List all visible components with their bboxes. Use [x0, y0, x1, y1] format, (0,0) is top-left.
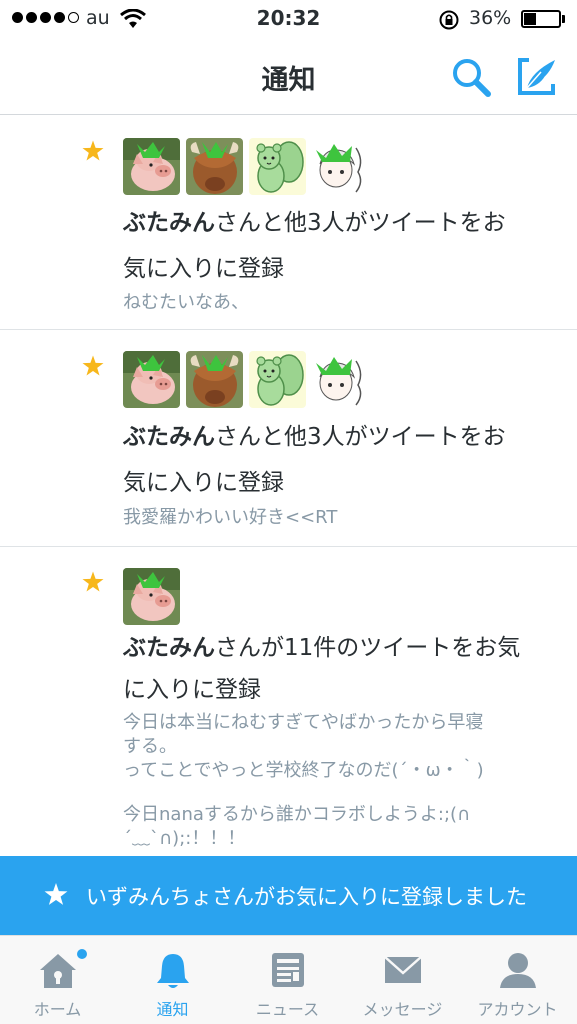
tab-bar: ホーム 通知 ニュース メッセージ アカウント [0, 935, 577, 1024]
news-icon [271, 953, 304, 987]
tab-news[interactable]: ニュース [230, 936, 345, 1024]
notification-item[interactable]: ぶたみんさんが11件のツイートをお気 に入りに登録 今日は本当にねむすぎてやばか… [0, 547, 577, 856]
tab-home[interactable]: ホーム [0, 936, 115, 1024]
avatar-group [123, 351, 369, 408]
home-icon [39, 954, 76, 988]
avatar-group [123, 568, 180, 625]
notification-text: ぶたみんさんと他3人がツイートをお 気に入りに登録 [123, 210, 506, 282]
avatar-group [123, 138, 369, 195]
highland-cow-avatar[interactable] [186, 138, 243, 195]
piggy-avatar[interactable] [123, 568, 180, 625]
squirrel-avatar[interactable] [249, 351, 306, 408]
battery-percent: 36% [469, 7, 512, 29]
notification-item[interactable]: ぶたみんさんと他3人がツイートをお 気に入りに登録 我愛羅かわいい好き<<RT [0, 330, 577, 547]
tab-messages[interactable]: メッセージ [345, 936, 460, 1024]
user-name[interactable]: ぶたみん [123, 424, 215, 450]
rotation-lock-icon [439, 10, 459, 30]
notification-text: ぶたみんさんと他3人がツイートをお 気に入りに登録 [123, 424, 506, 496]
notification-toast[interactable]: いずみんちょさんがお気に入りに登録しました [0, 856, 577, 935]
anime-girl-avatar[interactable] [312, 138, 369, 195]
navigation-bar: 通知 [0, 40, 577, 115]
tweet-preview: 今日は本当にねむすぎてやばかったから早寝 する。 ってことでやっと学校終了なのだ… [123, 712, 484, 849]
search-icon[interactable] [450, 56, 492, 98]
tab-account[interactable]: アカウント [460, 936, 575, 1024]
piggy-avatar[interactable] [123, 138, 180, 195]
notification-item[interactable]: ぶたみんさんと他3人がツイートをお 気に入りに登録 ねむたいなあ、 [0, 116, 577, 330]
tweet-preview: 我愛羅かわいい好き<<RT [123, 507, 338, 528]
status-bar: au 20:32 36% [0, 0, 577, 40]
compose-icon[interactable] [515, 56, 559, 98]
tab-notifications[interactable]: 通知 [115, 936, 230, 1024]
favorite-star-icon [82, 355, 104, 376]
unread-dot [77, 949, 87, 959]
tweet-preview: ねむたいなあ、 [123, 292, 249, 313]
piggy-avatar[interactable] [123, 351, 180, 408]
envelope-icon [383, 956, 422, 983]
bell-icon [156, 954, 189, 988]
favorite-star-icon [82, 571, 104, 592]
battery-cap [562, 15, 565, 23]
favorite-star-icon [82, 140, 104, 161]
squirrel-avatar[interactable] [249, 138, 306, 195]
toast-message: いずみんちょさんがお気に入りに登録しました [86, 885, 527, 909]
notification-text: ぶたみんさんが11件のツイートをお気 に入りに登録 [123, 635, 521, 703]
highland-cow-avatar[interactable] [186, 351, 243, 408]
star-icon [44, 883, 68, 905]
user-name[interactable]: ぶたみん [123, 635, 215, 661]
person-icon [499, 953, 536, 988]
anime-girl-avatar[interactable] [312, 351, 369, 408]
notifications-feed[interactable]: ぶたみんさんと他3人がツイートをお 気に入りに登録 ねむたいなあ、 ぶたみんさん… [0, 116, 577, 856]
battery-icon [521, 10, 561, 28]
user-name[interactable]: ぶたみん [123, 210, 215, 236]
